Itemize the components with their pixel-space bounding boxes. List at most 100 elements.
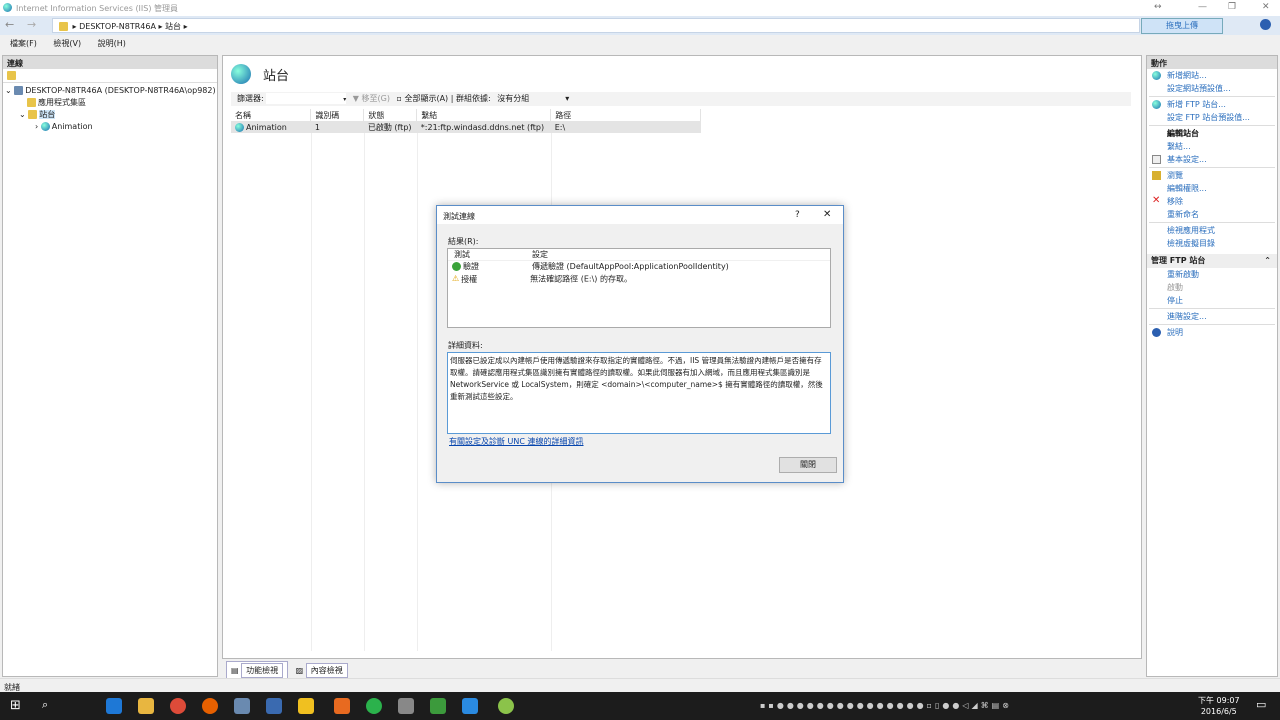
dialog-close-icon[interactable]: ✕ bbox=[823, 209, 831, 220]
action-item[interactable]: 基本設定... bbox=[1147, 153, 1277, 166]
upload-button[interactable]: 拖曳上傳 bbox=[1141, 18, 1223, 34]
sites-table: 名稱 識別碼 狀態 繫結 路徑 Animation 1 已啟動 (ftp) *:… bbox=[231, 109, 701, 133]
separator bbox=[1149, 167, 1275, 168]
collapse-icon[interactable]: ⌃ bbox=[1264, 254, 1271, 268]
action-item[interactable]: 新增網站... bbox=[1147, 69, 1277, 82]
action-item[interactable]: 進階設定... bbox=[1147, 310, 1277, 323]
crumb-server[interactable]: DESKTOP-N8TR46A bbox=[79, 22, 156, 31]
cell-binding: *:21:ftp.windasd.ddns.net (ftp) bbox=[416, 121, 551, 133]
group-select[interactable]: 沒有分組 ▾ bbox=[497, 92, 569, 106]
results-list[interactable]: 測試 設定 驗證 傳遞驗證 (DefaultAppPool:ApplicationP… bbox=[447, 248, 831, 328]
firefox-icon[interactable] bbox=[202, 698, 218, 714]
col-name[interactable]: 名稱 bbox=[231, 109, 312, 121]
action-item[interactable]: ✕ 移除 bbox=[1147, 195, 1277, 208]
iis-taskbar-icon[interactable] bbox=[234, 698, 250, 714]
dialog-help-button[interactable]: ? bbox=[795, 210, 800, 220]
explorer-icon[interactable] bbox=[138, 698, 154, 714]
result-row[interactable]: 驗證 傳遞驗證 (DefaultAppPool:ApplicationPoolId… bbox=[448, 261, 830, 273]
result-setting: 無法確認路徑 (E:\) 的存取。 bbox=[530, 274, 632, 284]
connect-icon[interactable] bbox=[7, 71, 16, 80]
back-button[interactable]: ← bbox=[5, 18, 14, 31]
minimize-button[interactable]: — bbox=[1198, 2, 1207, 12]
warning-icon: ⚠ bbox=[452, 274, 460, 283]
col-binding[interactable]: 繫結 bbox=[416, 109, 552, 121]
forward-button[interactable]: → bbox=[27, 18, 36, 31]
check-icon bbox=[452, 262, 461, 271]
tree-label: DESKTOP-N8TR46A (DESKTOP-N8TR46A\op982) bbox=[25, 86, 216, 95]
globe-icon bbox=[1152, 71, 1161, 80]
action-label: 重新啟動 bbox=[1167, 270, 1199, 279]
tree-sites[interactable]: ⌄ 站台 bbox=[5, 109, 215, 121]
app-icon[interactable] bbox=[498, 698, 514, 714]
manage-ftp-header[interactable]: 管理 FTP 站台 ⌃ bbox=[1147, 254, 1277, 268]
start-icon[interactable]: ⊞ bbox=[10, 698, 21, 713]
action-item[interactable]: 繫結... bbox=[1147, 140, 1277, 153]
line-icon[interactable] bbox=[366, 698, 382, 714]
action-item[interactable]: 重新啟動 bbox=[1147, 268, 1277, 281]
maximize-button[interactable]: ❐ bbox=[1228, 2, 1236, 12]
action-item[interactable]: 說明 bbox=[1147, 326, 1277, 339]
close-dialog-button[interactable]: 關閉 bbox=[779, 457, 837, 473]
app-icon[interactable] bbox=[266, 698, 282, 714]
action-item[interactable]: 重新命名 bbox=[1147, 208, 1277, 221]
tree-app-pools[interactable]: 應用程式集區 bbox=[5, 97, 215, 109]
test-connection-dialog: 測試連線 ? ✕ 結果(R): 測試 設定 驗證 傳遞驗證 (DefaultAppP… bbox=[436, 205, 844, 483]
group-label: 群組依據: bbox=[455, 94, 491, 103]
action-item[interactable]: 新增 FTP 站台... bbox=[1147, 98, 1277, 111]
action-item[interactable]: 檢視虛擬目錄 bbox=[1147, 237, 1277, 250]
help-icon bbox=[1152, 328, 1161, 337]
col-id[interactable]: 識別碼 bbox=[310, 109, 365, 121]
show-all-button[interactable]: ▫ 全部顯示(A) bbox=[397, 94, 449, 103]
unc-help-link[interactable]: 有關設定及診斷 UNC 連線的詳細資訊 bbox=[449, 436, 584, 447]
action-item[interactable]: 設定 FTP 站台預設值... bbox=[1147, 111, 1277, 124]
clock-date: 2016/6/5 bbox=[1200, 707, 1237, 716]
edge-icon[interactable] bbox=[106, 698, 122, 714]
explore-icon bbox=[1152, 171, 1161, 180]
app-icon[interactable] bbox=[298, 698, 314, 714]
action-label: 編輯站台 bbox=[1167, 129, 1199, 138]
go-button[interactable]: ▼ 移至(G) bbox=[353, 94, 390, 103]
resize-icon[interactable]: ↔ bbox=[1154, 2, 1162, 12]
chrome-icon[interactable] bbox=[170, 698, 186, 714]
app-icon[interactable] bbox=[398, 698, 414, 714]
filter-bar: 篩選器: ▾ ▼ 移至(G) ▫ 全部顯示(A) | 群組依據: 沒有分組 ▾ bbox=[231, 92, 1131, 106]
col-status[interactable]: 狀態 bbox=[363, 109, 418, 121]
menu-bar: 檔案(F) 檢視(V) 說明(H) bbox=[0, 38, 130, 50]
table-row[interactable]: Animation 1 已啟動 (ftp) *:21:ftp.windasd.d… bbox=[231, 121, 701, 133]
help-icon[interactable] bbox=[1260, 19, 1271, 30]
globe-icon bbox=[1152, 100, 1161, 109]
action-item[interactable]: 設定網站預設值... bbox=[1147, 82, 1277, 95]
result-row[interactable]: ⚠ 授權 無法確認路徑 (E:\) 的存取。 bbox=[448, 273, 830, 285]
menu-view[interactable]: 檢視(V) bbox=[53, 39, 81, 48]
server-icon bbox=[14, 86, 24, 95]
col-test[interactable]: 測試 bbox=[454, 249, 532, 261]
details-textbox[interactable]: 伺服器已設定成以內建帳戶使用傳遞驗證來存取指定的實體路徑。不過，IIS 管理員無… bbox=[447, 352, 831, 434]
action-item[interactable]: 編輯權限... bbox=[1147, 182, 1277, 195]
close-button[interactable]: ✕ bbox=[1262, 2, 1270, 12]
action-item[interactable]: 停止 bbox=[1147, 294, 1277, 307]
menu-help[interactable]: 說明(H) bbox=[98, 39, 126, 48]
app-icon[interactable] bbox=[462, 698, 478, 714]
action-item[interactable]: 啟動 bbox=[1147, 281, 1277, 294]
x-icon: ✕ bbox=[1152, 195, 1161, 206]
clock[interactable]: 下午 09:07 2016/6/5 bbox=[1198, 695, 1240, 717]
col-path[interactable]: 路徑 bbox=[550, 109, 701, 121]
globe-icon bbox=[40, 122, 50, 131]
crumb-sites[interactable]: 站台 bbox=[165, 22, 181, 31]
tree-animation[interactable]: › Animation bbox=[5, 121, 215, 133]
status-bar: 就緒 bbox=[0, 678, 1280, 692]
action-label: 瀏覽 bbox=[1167, 171, 1183, 180]
separator bbox=[1149, 324, 1275, 325]
menu-file[interactable]: 檔案(F) bbox=[10, 39, 37, 48]
notification-icon[interactable]: ▭ bbox=[1256, 698, 1266, 711]
action-item[interactable]: 檢視應用程式 bbox=[1147, 224, 1277, 237]
tree-server[interactable]: ⌄ DESKTOP-N8TR46A (DESKTOP-N8TR46A\op982… bbox=[5, 85, 216, 97]
filter-input[interactable]: ▾ bbox=[266, 93, 347, 104]
app-icon[interactable] bbox=[430, 698, 446, 714]
breadcrumb[interactable]: ▸ DESKTOP-N8TR46A ▸ 站台 ▸ bbox=[52, 18, 1140, 33]
col-setting[interactable]: 設定 bbox=[532, 250, 548, 259]
action-item[interactable]: 瀏覽 bbox=[1147, 169, 1277, 182]
app-icon[interactable] bbox=[334, 698, 350, 714]
system-tray-icons[interactable]: ▪▪●●●●●●●●●●●●●●●▫▯●●◁◢⌘▤⊗ bbox=[760, 701, 1012, 710]
search-icon[interactable]: ⌕ bbox=[42, 698, 48, 712]
